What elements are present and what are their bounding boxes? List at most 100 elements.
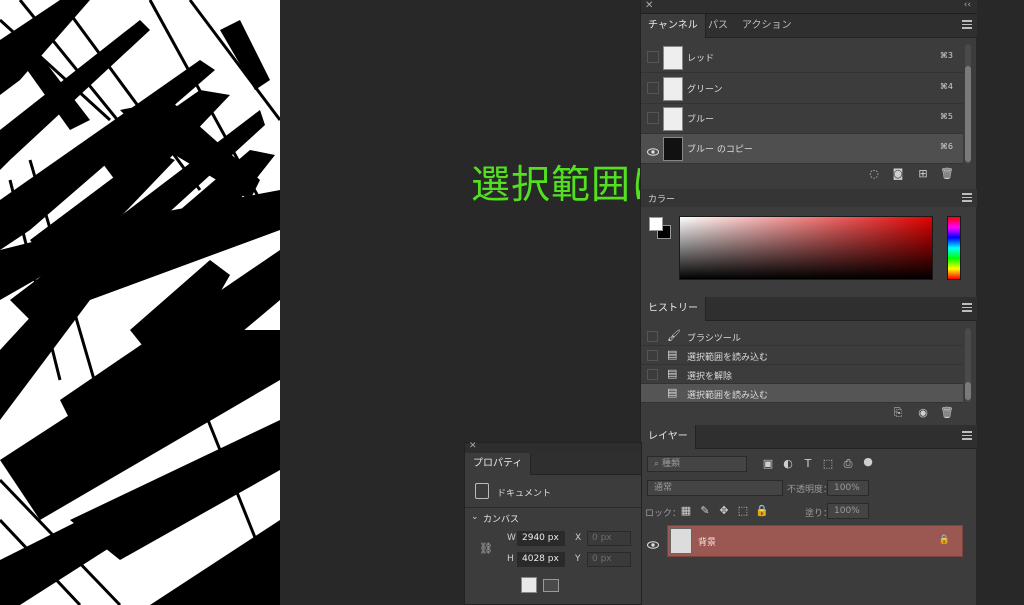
trash-icon[interactable]: 🗑 bbox=[940, 406, 954, 420]
save-selection-icon[interactable]: ◙ bbox=[891, 167, 905, 181]
new-channel-icon[interactable]: ⊞ bbox=[916, 167, 930, 181]
opacity-label: 不透明度： bbox=[787, 485, 833, 495]
canvas-section-label: カンバス bbox=[483, 515, 520, 525]
history-item[interactable]: ▤ 選択を解除 bbox=[641, 365, 963, 384]
panel-menu-icon[interactable] bbox=[962, 303, 972, 313]
channel-shortcut: ⌘6 bbox=[939, 142, 953, 151]
history-source-box[interactable] bbox=[647, 331, 658, 342]
properties-tabbar: プロパティ bbox=[465, 453, 641, 475]
lock-image-icon[interactable]: ✎ bbox=[698, 504, 712, 518]
history-item[interactable]: ▤ 選択範囲を読み込む bbox=[641, 384, 963, 403]
photoshop-workspace: 選択範囲にする ✕ ‹‹ チャンネル パス アクション レッド ⌘3 グリーン … bbox=[0, 0, 1024, 605]
eye-icon[interactable] bbox=[647, 142, 659, 156]
history-source-box[interactable] bbox=[647, 369, 658, 380]
panel-menu-icon[interactable] bbox=[962, 20, 972, 30]
y-input[interactable]: 0 px bbox=[587, 552, 631, 567]
channel-shortcut: ⌘5 bbox=[939, 112, 953, 121]
new-document-from-state-icon[interactable]: ⎘ bbox=[891, 406, 905, 420]
document-icon bbox=[475, 483, 489, 499]
channel-row-green[interactable]: グリーン ⌘4 bbox=[641, 74, 963, 104]
divider bbox=[465, 507, 641, 508]
layer-filter-select[interactable]: ⌕ 種類 bbox=[647, 456, 747, 472]
document-icon: ▤ bbox=[667, 348, 678, 361]
history-item-label: 選択範囲を読み込む bbox=[687, 353, 769, 363]
channel-shortcut: ⌘3 bbox=[939, 51, 953, 60]
history-item[interactable]: ▤ 選択範囲を読み込む bbox=[641, 346, 963, 365]
history-source-box[interactable] bbox=[647, 350, 658, 361]
history-item[interactable]: 🖌 ブラシツール bbox=[641, 327, 963, 346]
eye-icon[interactable] bbox=[647, 535, 661, 549]
opacity-input[interactable]: 100% bbox=[827, 480, 869, 496]
tab-history[interactable]: ヒストリー bbox=[641, 297, 706, 321]
tab-layers[interactable]: レイヤー bbox=[641, 425, 696, 449]
hue-slider[interactable] bbox=[947, 216, 961, 280]
tab-properties[interactable]: プロパティ bbox=[465, 453, 532, 475]
close-icon[interactable]: ✕ bbox=[645, 0, 653, 11]
adjustment-filter-icon[interactable]: ◐ bbox=[781, 457, 795, 471]
pixel-filter-icon[interactable]: ▣ bbox=[761, 457, 775, 471]
foreground-color-swatch[interactable] bbox=[649, 217, 663, 231]
tab-paths[interactable]: パス bbox=[701, 14, 735, 38]
properties-panel: ✕ プロパティ ドキュメント ⌄ カンバス ⛓ W 2940 px X 0 px… bbox=[464, 441, 642, 605]
visibility-toggle[interactable] bbox=[647, 51, 659, 63]
layer-row-background[interactable]: 背景 🔒 bbox=[667, 525, 963, 557]
x-label: X bbox=[575, 533, 582, 543]
right-panel-dock: ✕ ‹‹ チャンネル パス アクション レッド ⌘3 グリーン ⌘4 ブルー ⌘… bbox=[640, 0, 977, 605]
link-icon[interactable]: ⛓ bbox=[479, 542, 493, 555]
layers-tabbar: レイヤー bbox=[641, 425, 977, 449]
fill-input[interactable]: 100% bbox=[827, 503, 869, 519]
scrollbar-thumb[interactable] bbox=[965, 382, 971, 400]
blend-mode-select[interactable]: 通常 bbox=[647, 480, 783, 496]
height-input[interactable]: 4028 px bbox=[517, 552, 565, 567]
lock-all-icon[interactable]: 🔒 bbox=[755, 504, 769, 518]
filter-toggle-icon[interactable]: ● bbox=[861, 455, 875, 469]
smartobject-filter-icon[interactable]: ⎙ bbox=[841, 457, 855, 471]
channel-row-blue-copy[interactable]: ブルー のコピー ⌘6 bbox=[641, 134, 963, 164]
camera-icon[interactable]: ◉ bbox=[916, 406, 930, 420]
shape-filter-icon[interactable]: ⬚ bbox=[821, 457, 835, 471]
close-icon[interactable]: ✕ bbox=[469, 441, 477, 451]
scrollbar-thumb[interactable] bbox=[965, 66, 971, 162]
dock-titlebar: ✕ ‹‹ bbox=[641, 0, 977, 14]
panel-menu-icon[interactable] bbox=[962, 193, 972, 203]
width-input[interactable]: 2940 px bbox=[517, 531, 565, 546]
channel-shortcut: ⌘4 bbox=[939, 82, 953, 91]
load-selection-icon[interactable]: ◌ bbox=[867, 167, 881, 181]
visibility-toggle[interactable] bbox=[647, 82, 659, 94]
channel-row-red[interactable]: レッド ⌘3 bbox=[641, 43, 963, 73]
tab-actions[interactable]: アクション bbox=[735, 14, 799, 38]
color-picker-field[interactable] bbox=[679, 216, 933, 280]
history-item-label: 選択を解除 bbox=[687, 372, 733, 382]
height-label: H bbox=[507, 554, 514, 564]
collapse-icon[interactable]: ‹‹ bbox=[964, 0, 971, 10]
panel-menu-icon[interactable] bbox=[962, 431, 972, 441]
trash-icon[interactable]: 🗑 bbox=[940, 167, 954, 181]
height-value: 4028 px bbox=[522, 554, 559, 564]
portrait-orientation-icon[interactable] bbox=[521, 577, 537, 593]
lock-icon: 🔒 bbox=[938, 535, 950, 545]
lock-transparent-icon[interactable]: ▦ bbox=[679, 504, 693, 518]
tab-channels[interactable]: チャンネル bbox=[641, 14, 706, 38]
brush-icon: 🖌 bbox=[667, 329, 681, 342]
properties-titlebar: ✕ bbox=[465, 441, 641, 453]
channel-name: ブルー のコピー bbox=[687, 145, 753, 155]
color-panel-header: カラー bbox=[641, 189, 977, 207]
x-input[interactable]: 0 px bbox=[587, 531, 631, 546]
x-value: 0 px bbox=[592, 533, 612, 543]
history-tabbar: ヒストリー bbox=[641, 297, 977, 321]
channel-row-blue[interactable]: ブルー ⌘5 bbox=[641, 104, 963, 134]
lock-artboard-icon[interactable]: ⬚ bbox=[736, 504, 750, 518]
history-source-box[interactable] bbox=[647, 388, 658, 399]
chevron-down-icon[interactable]: ⌄ bbox=[471, 512, 479, 522]
lock-label: ロック： bbox=[645, 509, 682, 519]
channel-name: ブルー bbox=[687, 115, 715, 125]
lock-position-icon[interactable]: ✥ bbox=[717, 504, 731, 518]
history-scrollbar[interactable] bbox=[965, 328, 971, 402]
channel-thumbnail bbox=[663, 77, 683, 101]
visibility-toggle[interactable] bbox=[647, 112, 659, 124]
document-canvas[interactable] bbox=[0, 0, 280, 605]
channels-scrollbar[interactable] bbox=[965, 44, 971, 164]
landscape-orientation-icon[interactable] bbox=[543, 579, 559, 592]
type-filter-icon[interactable]: T bbox=[801, 457, 815, 471]
history-item-label: ブラシツール bbox=[687, 334, 741, 344]
